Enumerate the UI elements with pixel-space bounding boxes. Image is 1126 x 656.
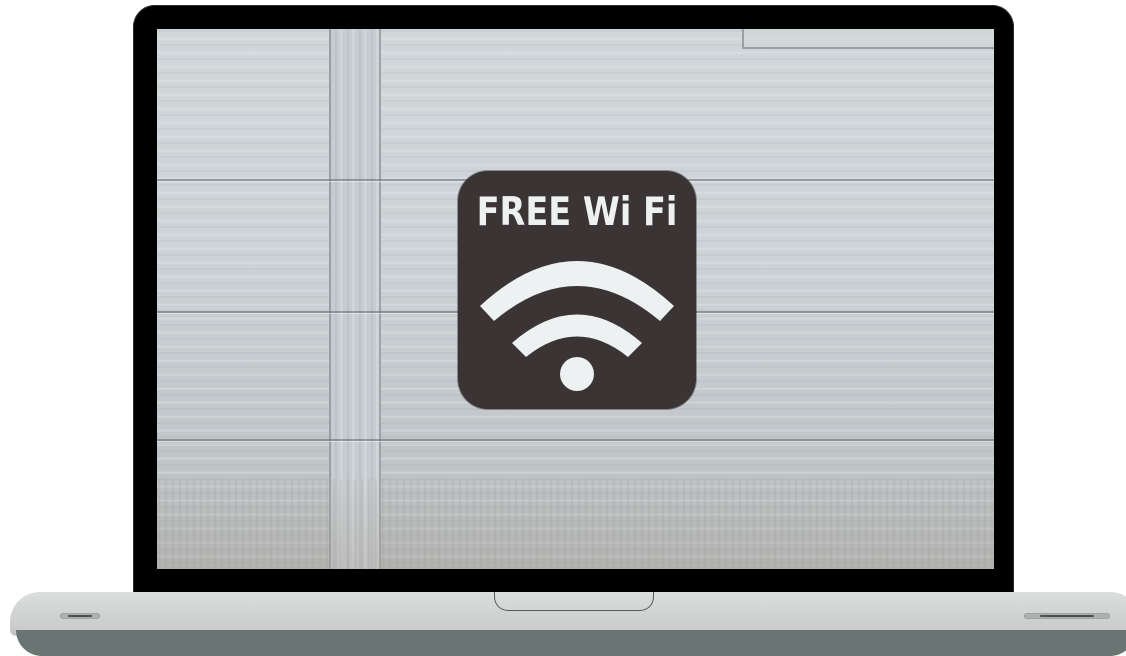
wall-panel-edge — [742, 29, 994, 49]
speaker-vent-left — [60, 613, 100, 619]
laptop-screen: FREE Wi Fi — [157, 29, 994, 569]
laptop-mockup: FREE Wi Fi — [0, 0, 1126, 656]
laptop-base-bottom — [16, 630, 1126, 656]
wall-dirt — [157, 479, 994, 569]
lid-open-notch — [494, 592, 654, 611]
wifi-icon — [480, 261, 674, 391]
speaker-vent-right — [1024, 613, 1110, 619]
free-wifi-sign: FREE Wi Fi — [458, 171, 696, 409]
wall-seam — [157, 439, 994, 441]
